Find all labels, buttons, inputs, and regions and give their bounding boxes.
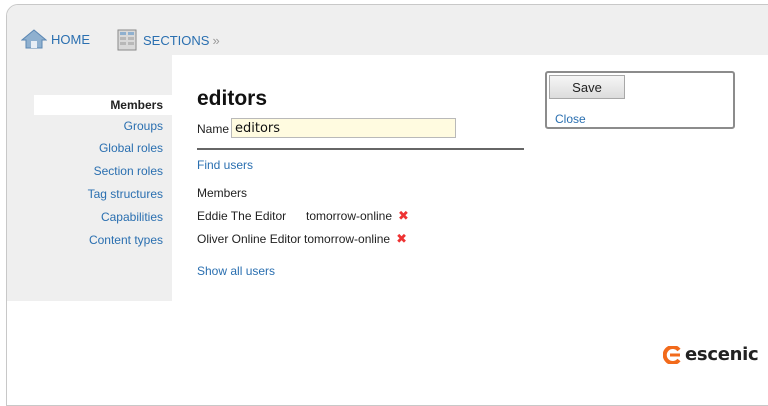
page-title: editors [197, 87, 268, 110]
action-panel: Save Close [545, 71, 735, 129]
remove-member-icon[interactable]: ✖ [396, 232, 407, 245]
sidebar-item-content-types[interactable]: Content types [89, 233, 163, 247]
escenic-logo: escenic [663, 344, 759, 365]
sidebar-item-groups[interactable]: Groups [124, 119, 163, 133]
section-divider [197, 148, 524, 150]
sidebar-item-capabilities[interactable]: Capabilities [101, 210, 163, 224]
sidebar-item-global-roles[interactable]: Global roles [99, 141, 163, 155]
sidebar-item-section-roles[interactable]: Section roles [94, 164, 163, 178]
sections-grid-icon [117, 29, 137, 51]
member-row: Eddie The Editor tomorrow-online ✖ [197, 209, 409, 223]
member-name: Oliver Online Editor [197, 232, 302, 246]
member-row: Oliver Online Editor tomorrow-online ✖ [197, 232, 407, 246]
top-navigation-bar: HOME SECTIONS » [7, 5, 768, 55]
show-all-users-link[interactable]: Show all users [197, 264, 275, 278]
home-label: HOME [51, 31, 90, 47]
close-link[interactable]: Close [555, 112, 586, 126]
sections-label: SECTIONS [143, 32, 210, 48]
escenic-wordmark: escenic [685, 344, 759, 365]
save-button[interactable]: Save [549, 75, 625, 99]
find-users-link[interactable]: Find users [197, 158, 253, 172]
sidebar-item-members[interactable]: Members [34, 95, 172, 115]
member-site: tomorrow-online [304, 232, 391, 246]
remove-member-icon[interactable]: ✖ [398, 209, 409, 222]
member-name: Eddie The Editor [197, 209, 287, 223]
member-site: tomorrow-online [306, 209, 393, 223]
name-field-label: Name [197, 122, 230, 136]
sections-breadcrumb[interactable]: SECTIONS » [117, 29, 220, 51]
home-icon [21, 29, 47, 49]
home-breadcrumb[interactable]: HOME [21, 29, 90, 49]
breadcrumb-separator: » [212, 32, 220, 48]
name-input[interactable] [231, 118, 456, 138]
sidebar: Members Groups Global roles Section role… [7, 55, 172, 301]
escenic-logo-icon [663, 345, 681, 364]
members-heading: Members [197, 186, 248, 200]
sidebar-item-tag-structures[interactable]: Tag structures [88, 187, 163, 201]
application-window: HOME SECTIONS » Members Groups Global ro… [6, 4, 768, 406]
